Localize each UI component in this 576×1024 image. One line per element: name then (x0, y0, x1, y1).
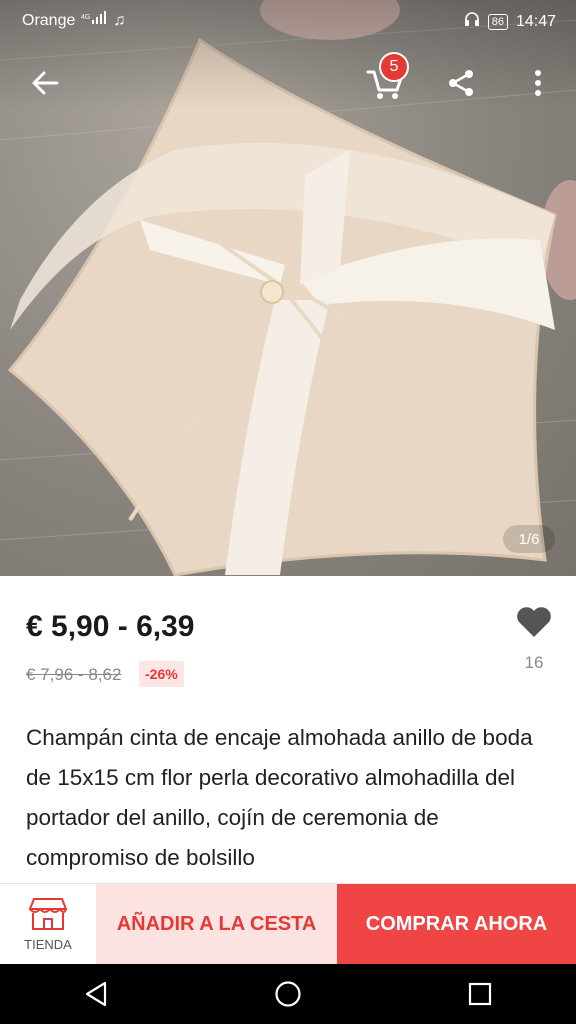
cart-count-badge: 5 (379, 52, 409, 82)
svg-text:4G: 4G (81, 14, 90, 21)
share-button[interactable] (436, 58, 486, 108)
nav-home-icon (275, 981, 301, 1007)
carrier-name: Orange (22, 11, 76, 29)
discount-badge: -26% (139, 661, 184, 687)
system-navigation-bar (0, 964, 576, 1024)
product-title: Champán cinta de encaje almohada anillo … (26, 725, 533, 870)
nav-back-button[interactable] (66, 964, 126, 1024)
wishlist-count: 16 (524, 653, 544, 672)
image-counter: 1/6 (503, 525, 555, 553)
store-label: TIENDA (24, 937, 72, 952)
product-image[interactable]: Orange 4G ♫ 86 14:47 5 1/6 (0, 0, 576, 576)
music-note-icon: ♫ (113, 11, 126, 29)
product-price: € 5,90 - 6,39 (26, 610, 195, 643)
heart-icon (517, 607, 551, 637)
headphones-icon (464, 11, 480, 32)
more-options-button[interactable] (513, 58, 563, 108)
clock: 14:47 (515, 12, 556, 30)
store-button[interactable]: TIENDA (0, 884, 96, 965)
add-to-cart-button[interactable]: AÑADIR A LA CESTA (96, 884, 337, 965)
nav-back-icon (85, 981, 107, 1007)
purchase-bar: TIENDA AÑADIR A LA CESTA COMPRAR AHORA (0, 883, 576, 965)
signal-4g-icon: 4G (81, 11, 107, 30)
nav-recents-button[interactable] (450, 964, 510, 1024)
back-button[interactable] (20, 58, 70, 108)
nav-recents-icon (468, 982, 492, 1006)
nav-home-button[interactable] (258, 964, 318, 1024)
ring-pillow-photo (0, 0, 576, 576)
store-icon (28, 898, 68, 930)
wishlist-button[interactable]: 16 (512, 606, 556, 673)
back-arrow-icon (32, 71, 59, 95)
status-bar: Orange 4G ♫ 86 14:47 (0, 0, 576, 40)
buy-now-button[interactable]: COMPRAR AHORA (337, 884, 576, 965)
original-price: € 7,96 - 8,62 (26, 665, 122, 684)
more-vertical-icon (535, 70, 541, 96)
battery-indicator: 86 (487, 13, 508, 30)
share-icon (449, 70, 473, 96)
